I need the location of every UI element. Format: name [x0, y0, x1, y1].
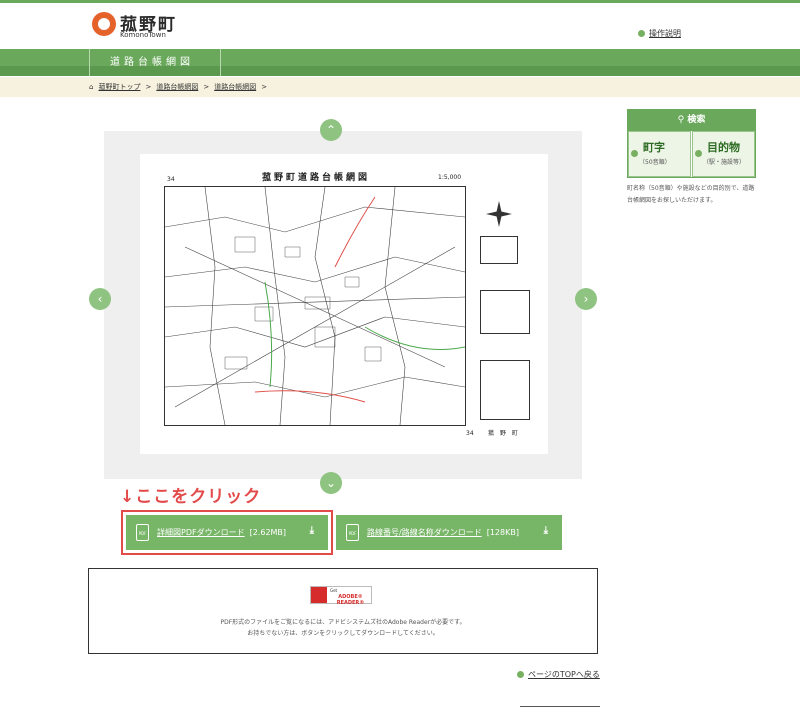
pdf-file-icon: PDF	[346, 524, 359, 541]
route-list-download-button[interactable]: PDF 路線番号/路線名称ダウンロード [128KB] ⤓	[336, 515, 562, 550]
scroll-up-button[interactable]: ⌃	[320, 119, 342, 141]
home-icon: ⌂	[89, 83, 94, 91]
reader-notice-line2: お持ちでない方は、ボタンをクリックしてダウンロードしてください。	[247, 630, 439, 637]
download-icon: ⤓	[543, 525, 548, 536]
pdf-file-icon: PDF	[136, 524, 149, 541]
search-by-landmark-button[interactable]: 目的物 （駅・施設等）	[692, 131, 755, 177]
bullet-icon	[631, 150, 638, 157]
download-label: 路線番号/路線名称ダウンロード	[367, 528, 482, 537]
search-icon: ⚲	[677, 115, 685, 125]
reader-notice: PDF形式のファイルをご覧になるには、アドビシステムズ社のAdobe Reade…	[89, 617, 597, 639]
breadcrumb-item-road-map-current[interactable]: 道路台帳網図	[214, 77, 256, 97]
map-scale: 1:5,000	[438, 174, 462, 181]
download-label: 詳細図PDFダウンロード	[157, 528, 245, 537]
breadcrumb-item-top[interactable]: 菰野町トップ	[98, 77, 140, 97]
breadcrumb-separator: >	[203, 83, 210, 91]
landmark-search-sublabel: （駅・施設等）	[703, 159, 746, 166]
breadcrumb-separator: >	[145, 83, 152, 91]
map-index-grid	[480, 236, 518, 264]
north-arrow-icon	[480, 199, 518, 229]
click-here-annotation: ↓ここをクリック	[120, 487, 262, 507]
download-size: [2.62MB]	[249, 528, 287, 537]
logo-subtext: KomonoTown	[120, 31, 166, 39]
map-title: 菰野町道路台帳網図	[262, 173, 371, 183]
detail-pdf-download-button[interactable]: PDF 詳細図PDFダウンロード [2.62MB] ⤓	[126, 515, 328, 550]
map-revision-table	[480, 360, 530, 420]
search-panel-header: ⚲ 検索	[628, 110, 755, 131]
download-icon: ⤓	[309, 525, 314, 536]
landmark-search-label: 目的物	[707, 141, 740, 154]
town-search-sublabel: （50音順）	[639, 159, 671, 166]
nav-tab-road-map[interactable]: 道路台帳網図	[89, 49, 221, 76]
map-caption: 菰 野 町	[488, 430, 520, 437]
adobe-logo-icon	[311, 587, 327, 603]
page-top-link[interactable]: ページのTOPへ戻る	[517, 669, 600, 680]
top-accent-line	[0, 0, 800, 3]
page-top-label: ページのTOPへ戻る	[528, 670, 600, 679]
town-emblem-icon	[92, 12, 116, 36]
badge-small-text: Get	[330, 588, 338, 593]
help-link[interactable]: 操作説明	[638, 28, 681, 39]
footer-divider	[520, 706, 600, 707]
adobe-reader-box: Get ADOBE® READER® PDF形式のファイルをご覧になるには、アド…	[88, 568, 598, 654]
prev-map-button[interactable]: ‹	[89, 288, 111, 310]
download-size: [128KB]	[486, 528, 519, 537]
search-panel: ⚲ 検索 町字 （50音順） 目的物 （駅・施設等）	[627, 109, 756, 178]
map-sheet-number-bottom: 34	[466, 430, 474, 437]
map-sheet-number-top: 34	[167, 176, 175, 183]
badge-main-text: ADOBE® READER®	[336, 594, 365, 606]
bullet-icon	[638, 30, 645, 37]
search-by-town-button[interactable]: 町字 （50音順）	[628, 131, 691, 177]
site-logo[interactable]: 菰野町 KomonoTown	[92, 12, 212, 40]
help-link-label: 操作説明	[649, 29, 681, 38]
breadcrumb-separator: >	[261, 83, 268, 91]
breadcrumb: ⌂ 菰野町トップ > 道路台帳網図 > 道路台帳網図 >	[0, 77, 800, 97]
next-map-button[interactable]: ›	[575, 288, 597, 310]
get-adobe-reader-button[interactable]: Get ADOBE® READER®	[310, 586, 372, 606]
reader-notice-line1: PDF形式のファイルをご覧になるには、アドビシステムズ社のAdobe Reade…	[220, 619, 466, 626]
bullet-icon	[695, 150, 702, 157]
map-drawing	[164, 186, 466, 426]
map-legend	[480, 290, 530, 334]
scroll-down-button[interactable]: ⌄	[320, 472, 342, 494]
search-description: 町名称（50音順）や施設などの目的別で、道路台帳網図をお探しいただけます。	[627, 185, 755, 204]
breadcrumb-item-road-map[interactable]: 道路台帳網図	[156, 77, 198, 97]
bullet-icon	[517, 671, 524, 678]
town-search-label: 町字	[643, 141, 665, 154]
road-network-graphic	[165, 187, 465, 425]
search-panel-title: 検索	[687, 115, 706, 125]
